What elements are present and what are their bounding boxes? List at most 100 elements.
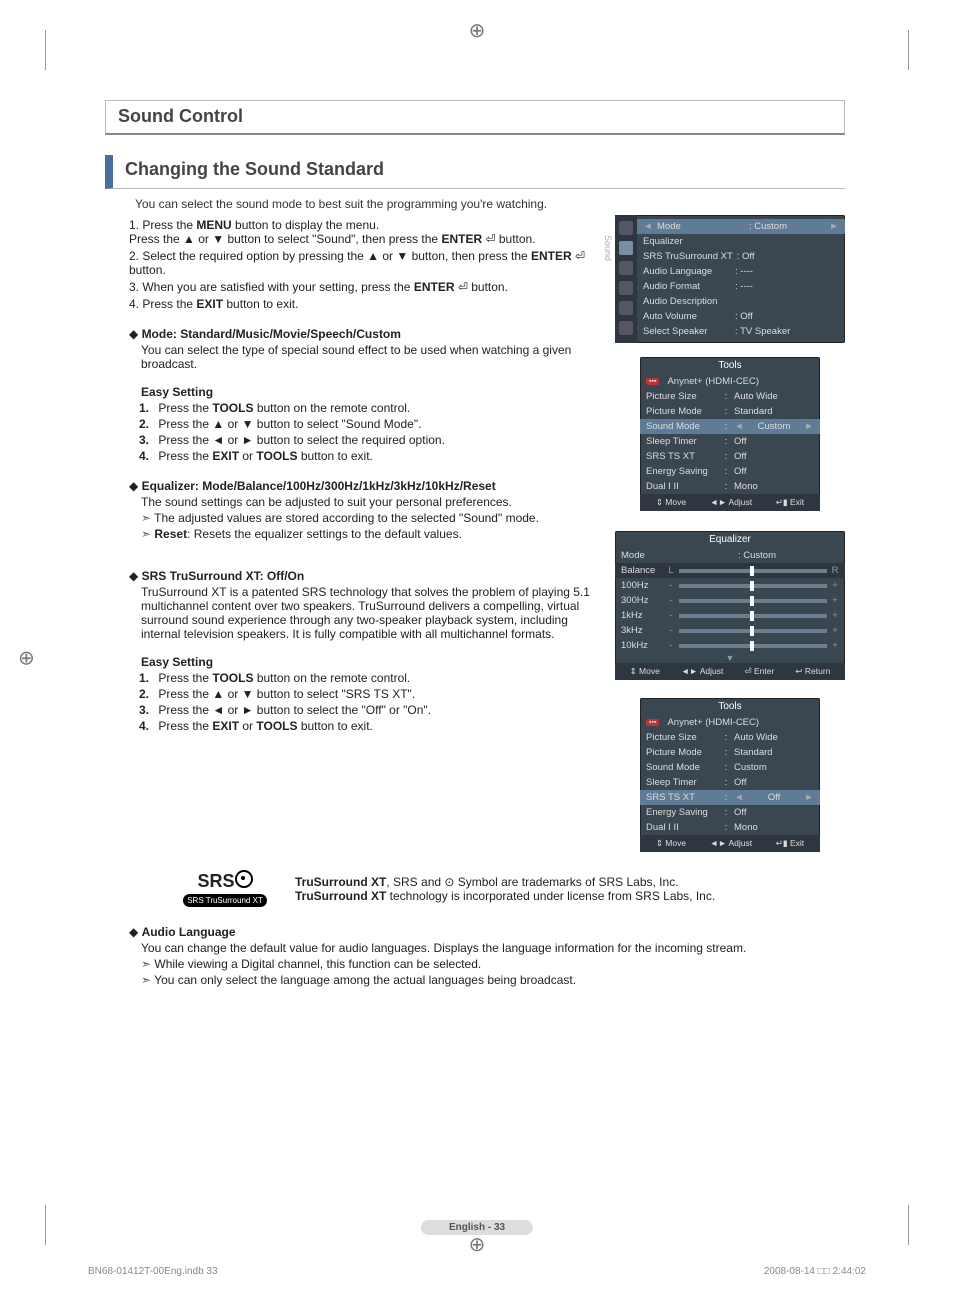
section-title: Sound Control bbox=[105, 100, 845, 135]
osd-row: SRS TruSurround XT: Off bbox=[637, 249, 845, 264]
osd-footer-hint: ↵▮ Exit bbox=[776, 497, 804, 508]
slider-track bbox=[679, 584, 827, 588]
audio-lang-note-1: While viewing a Digital channel, this fu… bbox=[141, 957, 845, 971]
audio-lang-note-2: You can only select the language among t… bbox=[141, 973, 845, 987]
equalizer-heading: Equalizer: Mode/Balance/100Hz/300Hz/1kHz… bbox=[129, 479, 597, 493]
osd-footer-hint: ◄► Adjust bbox=[681, 666, 723, 677]
tv-icon bbox=[619, 221, 633, 235]
crop-hair bbox=[45, 30, 46, 70]
step: 3. Press the ◄ or ► button to select the… bbox=[139, 433, 597, 447]
osd-footer: ⇕ Move ◄► Adjust ↵▮ Exit bbox=[640, 494, 820, 511]
easy-steps-1: 1. Press the TOOLS button on the remote … bbox=[139, 401, 597, 463]
anynet-badge: ▪▪▪ bbox=[646, 719, 659, 726]
osd-row: Picture Mode:Standard bbox=[640, 745, 820, 760]
crop-hair bbox=[45, 1205, 46, 1245]
input-icon bbox=[619, 301, 633, 315]
osd-title: Equalizer bbox=[615, 531, 845, 548]
subsection-title: Changing the Sound Standard bbox=[105, 155, 845, 189]
anynet-row: ▪▪▪Anynet+ (HDMI-CEC) bbox=[640, 715, 820, 730]
osd-sound-menu: Sound ◄Mode: Custom►EqualizerSRS TruSurr… bbox=[615, 215, 845, 343]
crop-hair bbox=[908, 1205, 909, 1245]
slider-track bbox=[679, 614, 827, 618]
easy-steps-2: 1. Press the TOOLS button on the remote … bbox=[139, 671, 597, 733]
channel-icon bbox=[619, 261, 633, 275]
slider-thumb bbox=[750, 626, 754, 636]
osd-icon-sidebar bbox=[615, 215, 637, 343]
osd-title: Tools bbox=[640, 698, 820, 715]
crop-mark-left: ⊕ bbox=[18, 645, 35, 670]
easy-setting-heading-2: Easy Setting bbox=[141, 655, 597, 669]
slider-track bbox=[679, 569, 827, 573]
step: 1. Press the TOOLS button on the remote … bbox=[139, 401, 597, 415]
eq-note-2: Reset: Resets the equalizer settings to … bbox=[141, 527, 597, 541]
slider-thumb bbox=[750, 596, 754, 606]
footer-left: BN68-01412T-00Eng.indb 33 bbox=[88, 1266, 218, 1277]
osd-sidebar-label: Sound bbox=[603, 235, 613, 261]
slider-track bbox=[679, 644, 827, 648]
app-icon bbox=[619, 321, 633, 335]
osd-row: ◄Mode: Custom► bbox=[637, 219, 845, 234]
slider-track bbox=[679, 599, 827, 603]
eq-mode-row: Mode: Custom bbox=[615, 548, 845, 563]
osd-row: Audio Description bbox=[637, 294, 845, 309]
crop-mark-bottom: ⊕ bbox=[469, 1232, 486, 1257]
osd-footer-hint: ◄► Adjust bbox=[710, 838, 752, 849]
easy-setting-heading: Easy Setting bbox=[141, 385, 597, 399]
eq-note-1: The adjusted values are stored according… bbox=[141, 511, 597, 525]
osd-title: Tools bbox=[640, 357, 820, 374]
osd-footer: ⇕ Move◄► Adjust⏎ Enter↩ Return bbox=[615, 663, 845, 680]
setup-icon bbox=[619, 281, 633, 295]
osd-footer-hint: ⏎ Enter bbox=[744, 666, 774, 677]
mode-heading: Mode: Standard/Music/Movie/Speech/Custom bbox=[129, 327, 597, 341]
osd-row: SRS TS XT:Off bbox=[640, 449, 820, 464]
osd-equalizer: Equalizer Mode: Custom BalanceLR100Hz-+3… bbox=[615, 531, 845, 680]
osd-tools-1: Tools ▪▪▪Anynet+ (HDMI-CEC) Picture Size… bbox=[640, 357, 820, 511]
slider-track bbox=[679, 629, 827, 633]
crop-hair bbox=[908, 30, 909, 70]
equalizer-para: The sound settings can be adjusted to su… bbox=[141, 495, 597, 509]
srs-logo: SRS SRS TruSurround XT bbox=[175, 870, 275, 907]
osd-row: SRS TS XT:◄Off► bbox=[640, 790, 820, 805]
osd-row: Auto Volume: Off bbox=[637, 309, 845, 324]
srs-trademark-text: TruSurround XT, SRS and ⊙ Symbol are tra… bbox=[295, 875, 715, 903]
osd-row: Sleep Timer:Off bbox=[640, 775, 820, 790]
osd-row: Picture Size:Auto Wide bbox=[640, 730, 820, 745]
osd-row: Select Speaker: TV Speaker bbox=[637, 324, 845, 339]
slider-thumb bbox=[750, 581, 754, 591]
eq-band-row: 300Hz-+ bbox=[615, 593, 845, 608]
srs-trademark-box: SRS SRS TruSurround XT TruSurround XT, S… bbox=[175, 870, 845, 907]
osd-row: Dual I II:Mono bbox=[640, 820, 820, 835]
osd-row: Audio Format: ---- bbox=[637, 279, 845, 294]
osd-row: Dual I II:Mono bbox=[640, 479, 820, 494]
osd-footer-hint: ⇕ Move bbox=[656, 497, 686, 508]
eq-band-row: 10kHz-+ bbox=[615, 638, 845, 653]
osd-row: Equalizer bbox=[637, 234, 845, 249]
osd-footer-hint: ⇕ Move bbox=[656, 838, 686, 849]
eq-band-row: BalanceLR bbox=[615, 563, 845, 578]
step: 1. Press the TOOLS button on the remote … bbox=[139, 671, 597, 685]
anynet-badge: ▪▪▪ bbox=[646, 378, 659, 385]
step: 1. Press the MENU button to display the … bbox=[129, 218, 597, 246]
osd-footer-hint: ↵▮ Exit bbox=[776, 838, 804, 849]
slider-thumb bbox=[750, 611, 754, 621]
step: 3. Press the ◄ or ► button to select the… bbox=[139, 703, 597, 717]
osd-row: Sound Mode:Custom bbox=[640, 760, 820, 775]
srs-heading: SRS TruSurround XT: Off/On bbox=[129, 569, 597, 583]
eq-band-row: 3kHz-+ bbox=[615, 623, 845, 638]
sound-icon bbox=[619, 241, 633, 255]
audio-language-heading: Audio Language bbox=[129, 925, 845, 939]
anynet-row: ▪▪▪Anynet+ (HDMI-CEC) bbox=[640, 374, 820, 389]
eq-band-row: 100Hz-+ bbox=[615, 578, 845, 593]
step: 4. Press the EXIT or TOOLS button to exi… bbox=[139, 719, 597, 733]
step: 4. Press the EXIT or TOOLS button to exi… bbox=[139, 449, 597, 463]
osd-row: Sound Mode:◄Custom► bbox=[640, 419, 820, 434]
osd-footer-hint: ◄► Adjust bbox=[710, 497, 752, 508]
eq-band-row: 1kHz-+ bbox=[615, 608, 845, 623]
step: 3. When you are satisfied with your sett… bbox=[129, 280, 597, 294]
osd-row: Energy Saving:Off bbox=[640, 464, 820, 479]
osd-row: Energy Saving:Off bbox=[640, 805, 820, 820]
osd-footer-hint: ↩ Return bbox=[795, 666, 830, 677]
slider-thumb bbox=[750, 641, 754, 651]
osd-footer: ⇕ Move ◄► Adjust ↵▮ Exit bbox=[640, 835, 820, 852]
mode-para: You can select the type of special sound… bbox=[141, 343, 597, 371]
